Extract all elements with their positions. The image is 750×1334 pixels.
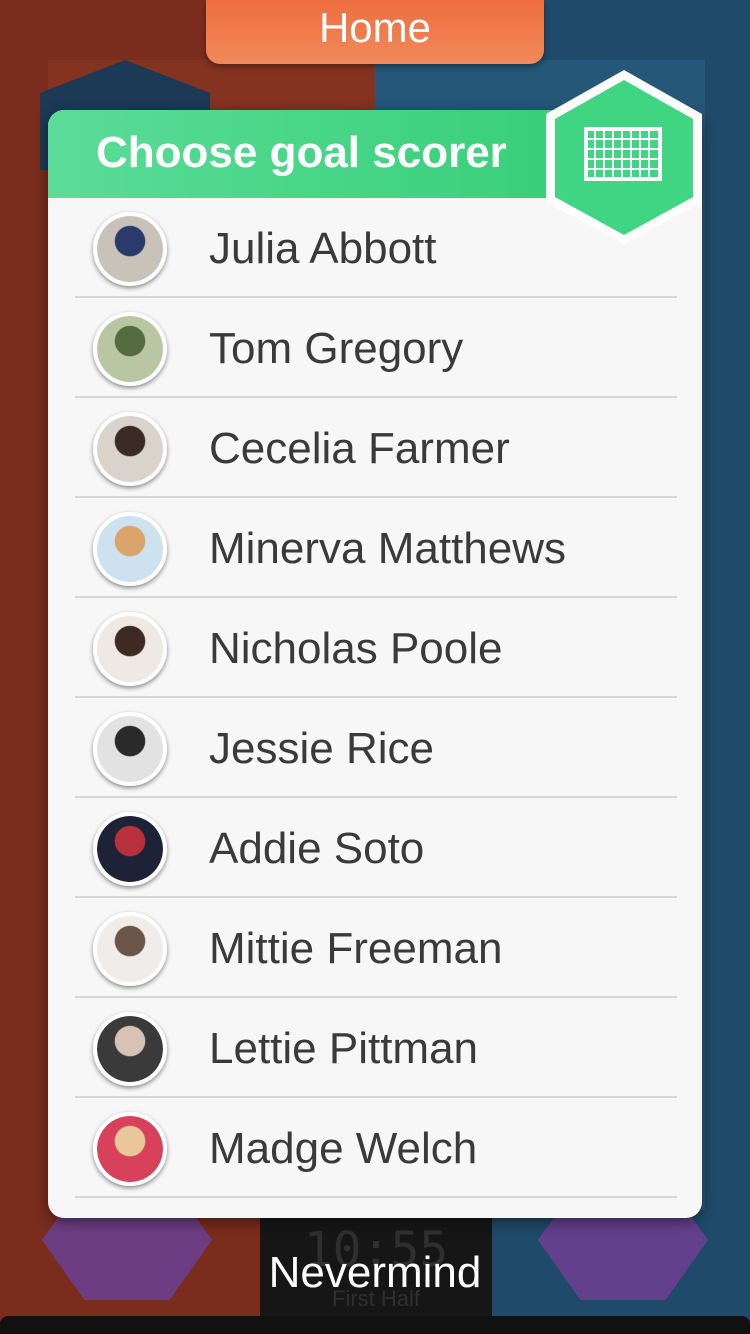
player-row[interactable]: Tom Gregory: [75, 298, 677, 398]
player-avatar: [93, 1112, 167, 1186]
player-avatar: [93, 912, 167, 986]
goal-net-icon: [546, 70, 702, 244]
player-row[interactable]: Addie Soto: [75, 798, 677, 898]
player-avatar: [93, 812, 167, 886]
nevermind-button[interactable]: Nevermind: [200, 1248, 550, 1298]
avatar-photo: [97, 716, 163, 782]
avatar-photo: [97, 316, 163, 382]
avatar-photo: [97, 816, 163, 882]
player-name: Nicholas Poole: [209, 624, 503, 673]
player-avatar: [93, 412, 167, 486]
goal-net-badge: [540, 66, 708, 248]
player-row[interactable]: Madge Welch: [75, 1098, 677, 1198]
player-name: Jessie Rice: [209, 724, 434, 773]
player-name: Addie Soto: [209, 824, 425, 873]
player-row[interactable]: Lettie Pittman: [75, 998, 677, 1098]
dialog-title: Choose goal scorer: [96, 128, 507, 177]
player-name: Cecelia Farmer: [209, 424, 510, 473]
avatar-photo: [97, 416, 163, 482]
avatar-photo: [97, 516, 163, 582]
player-name: Tom Gregory: [209, 324, 464, 373]
player-row[interactable]: Nicholas Poole: [75, 598, 677, 698]
player-avatar: [93, 512, 167, 586]
player-row[interactable]: Cecelia Farmer: [75, 398, 677, 498]
player-name: Julia Abbott: [209, 224, 437, 273]
player-avatar: [93, 212, 167, 286]
player-row[interactable]: Jessie Rice: [75, 698, 677, 798]
player-name: Mittie Freeman: [209, 924, 503, 973]
player-name: Lettie Pittman: [209, 1024, 479, 1073]
goal-scorer-dialog: Choose goal scorer Julia Abbott Tom Grego…: [48, 110, 702, 1218]
player-avatar: [93, 712, 167, 786]
avatar-photo: [97, 1016, 163, 1082]
player-name: Madge Welch: [209, 1124, 478, 1173]
player-avatar: [93, 312, 167, 386]
home-button[interactable]: Home: [206, 0, 544, 64]
player-avatar: [93, 612, 167, 686]
background-bottom-bar: [0, 1316, 750, 1334]
avatar-photo: [97, 1116, 163, 1182]
avatar-photo: [97, 616, 163, 682]
player-name: Minerva Matthews: [209, 524, 567, 573]
player-list: Julia Abbott Tom Gregory Cecelia Farmer Min…: [75, 198, 677, 1198]
avatar-photo: [97, 916, 163, 982]
player-row[interactable]: Minerva Matthews: [75, 498, 677, 598]
avatar-photo: [97, 216, 163, 282]
player-row[interactable]: Mittie Freeman: [75, 898, 677, 998]
player-avatar: [93, 1012, 167, 1086]
